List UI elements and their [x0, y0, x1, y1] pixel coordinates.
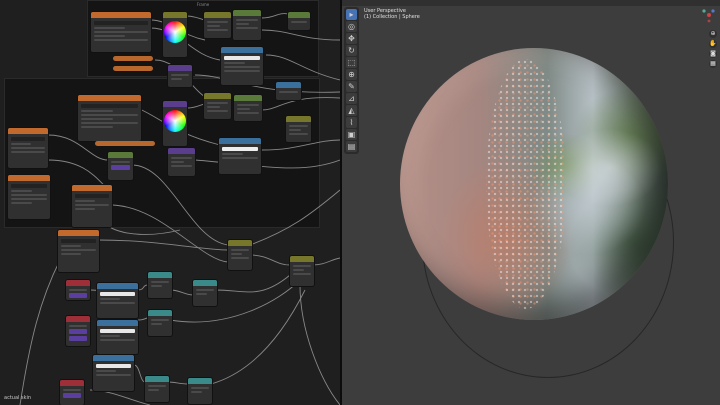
node-mapping-mid[interactable]	[108, 152, 133, 180]
wire	[249, 254, 291, 266]
wire	[167, 381, 189, 385]
measure-icon[interactable]: ⊿	[346, 93, 357, 104]
color-wheel-icon[interactable]	[164, 21, 186, 43]
scale-icon[interactable]: ⬚	[346, 57, 357, 68]
3d-viewport[interactable]: ▸ ◎ ✥ ↻ ⬚ ⊕ ✎ ⊿ ◭ ⌇ ▣ ▤ User Perspective (1) Collec…	[342, 0, 720, 405]
node-math-low-e[interactable]	[188, 378, 212, 404]
wire	[131, 164, 229, 246]
status-text: actual skin	[4, 395, 32, 401]
wire	[261, 29, 340, 41]
reroute-pill[interactable]	[113, 66, 153, 71]
node-texture-coord-mid[interactable]	[72, 185, 112, 227]
node-math-low-b[interactable]	[193, 280, 217, 306]
node-image-texture-top[interactable]	[91, 12, 151, 52]
node-image-texture-low[interactable]	[58, 230, 99, 272]
node-combine-mid[interactable]	[286, 116, 311, 142]
node-math-low-d[interactable]	[145, 376, 169, 402]
zoom-icon[interactable]: ⊕	[709, 30, 717, 38]
annotate-icon[interactable]: ✎	[346, 81, 357, 92]
node-ramp-low-a[interactable]	[97, 283, 138, 318]
node-image-texture-mid[interactable]	[78, 95, 141, 141]
sample-icon[interactable]: ▤	[346, 141, 357, 152]
wire	[169, 279, 301, 323]
node-output-mid[interactable]	[276, 82, 301, 100]
wire	[261, 13, 289, 19]
node-value-a[interactable]	[66, 280, 90, 300]
sphere-object[interactable]	[400, 48, 668, 320]
node-math-top[interactable]	[233, 10, 261, 40]
wire	[89, 389, 151, 405]
viewport-toolbar: ▸ ◎ ✥ ↻ ⬚ ⊕ ✎ ⊿ ◭ ⌇ ▣ ▤	[344, 7, 359, 154]
viewport-header[interactable]	[342, 0, 720, 6]
wire	[99, 219, 181, 235]
wire	[265, 54, 340, 81]
wire	[97, 239, 229, 251]
camera-icon[interactable]: ◙	[709, 50, 717, 58]
node-editor[interactable]: Frame actual skin	[0, 0, 340, 405]
move-icon[interactable]: ✥	[346, 33, 357, 44]
select-icon[interactable]: ▸	[346, 9, 357, 20]
node-math-low-c[interactable]	[148, 310, 172, 336]
sphere-texture-speckle	[485, 58, 567, 310]
wire	[299, 284, 340, 405]
node-color-wheel-top[interactable]	[163, 12, 187, 57]
wire	[137, 317, 149, 321]
node-ramp-mid[interactable]	[219, 138, 261, 174]
wire	[194, 159, 340, 169]
node-texture-left-a[interactable]	[8, 128, 48, 168]
wire	[19, 259, 61, 405]
node-combine-low[interactable]	[290, 256, 314, 286]
node-mix-top-a[interactable]	[204, 12, 231, 38]
hand-icon[interactable]: ✋	[709, 40, 717, 48]
wire	[215, 274, 291, 293]
cursor-icon[interactable]: ◎	[346, 21, 357, 32]
node-bump-top[interactable]	[168, 65, 192, 87]
wire	[210, 289, 306, 385]
node-texture-left-b[interactable]	[8, 175, 50, 219]
node-mix-low[interactable]	[228, 240, 252, 270]
wire	[194, 74, 340, 93]
node-value-c[interactable]	[60, 380, 84, 405]
reroute-pill[interactable]	[95, 141, 155, 146]
rotate-icon[interactable]: ↻	[346, 45, 357, 56]
wire	[311, 257, 340, 266]
node-bump-mid[interactable]	[168, 148, 195, 176]
cube-icon[interactable]: ▣	[346, 129, 357, 140]
node-math-low-a[interactable]	[148, 272, 172, 298]
viewport-info: User Perspective (1) Collection | Sphere	[364, 8, 420, 20]
node-ramp-low-c[interactable]	[93, 355, 134, 391]
reroute-pill[interactable]	[113, 56, 153, 61]
navigation-gizmo-icon[interactable]	[700, 6, 718, 24]
color-wheel-icon[interactable]	[164, 110, 186, 132]
node-value-b[interactable]	[66, 316, 90, 346]
wire	[169, 289, 194, 296]
node-ramp-low-b[interactable]	[97, 320, 138, 354]
wire	[133, 364, 146, 383]
shade-icon[interactable]: ◭	[346, 105, 357, 116]
grid-icon[interactable]: ▦	[709, 60, 717, 68]
node-ramp-top[interactable]	[221, 47, 263, 85]
transform-icon[interactable]: ⊕	[346, 69, 357, 80]
wire	[261, 97, 340, 111]
node-mix-mid-a[interactable]	[204, 93, 231, 119]
node-color-wheel-mid[interactable]	[163, 101, 187, 146]
node-output-top[interactable]	[288, 12, 310, 30]
node-math-mid[interactable]	[234, 95, 262, 121]
wire	[249, 189, 340, 246]
wire	[137, 284, 149, 291]
brush-icon[interactable]: ⌇	[346, 117, 357, 128]
node-wires	[19, 13, 340, 405]
collection-name: (1) Collection | Sphere	[364, 14, 420, 20]
